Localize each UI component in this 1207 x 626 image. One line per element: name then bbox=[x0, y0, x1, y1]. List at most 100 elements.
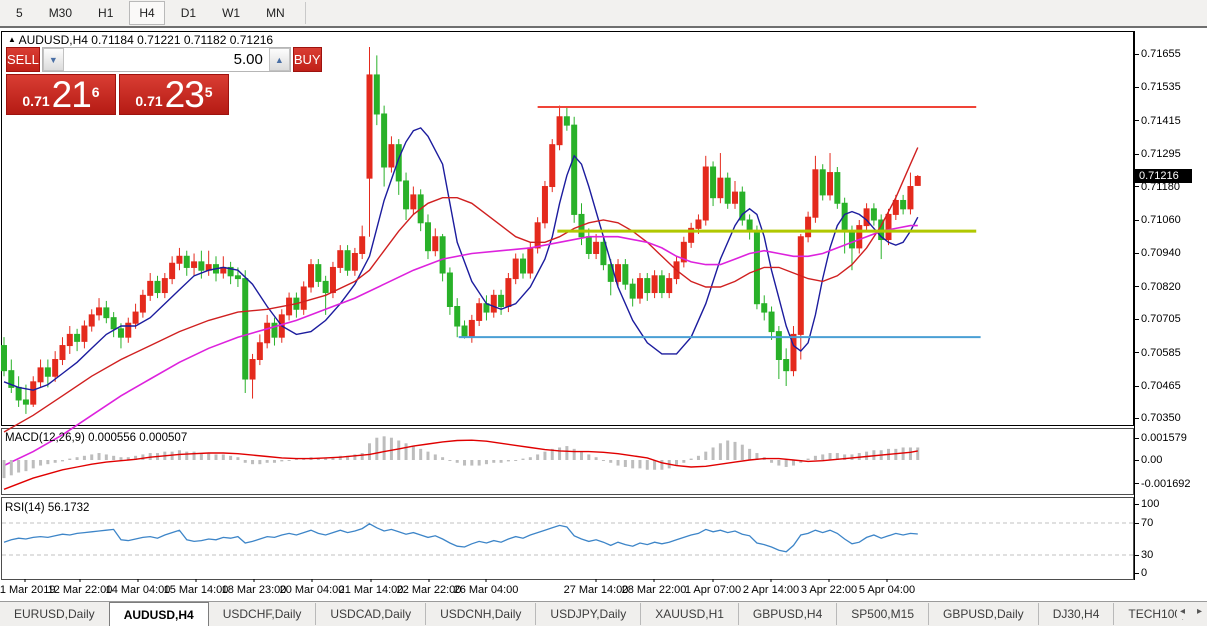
tab-scroll-right-icon[interactable]: ▸ bbox=[1194, 604, 1205, 619]
chart-tab-audusd-h4[interactable]: AUDUSD,H4 bbox=[108, 602, 209, 626]
macd-histogram-bar bbox=[536, 454, 540, 460]
candle-body bbox=[724, 177, 731, 204]
timeframe-button-MN[interactable]: MN bbox=[256, 1, 295, 25]
macd-histogram-bar bbox=[185, 451, 189, 460]
price-axis-label-tick bbox=[1134, 418, 1139, 419]
timeframe-button-D1[interactable]: D1 bbox=[171, 1, 206, 25]
candle-body bbox=[534, 222, 541, 249]
ohlc-close: 0.71216 bbox=[229, 33, 274, 47]
macd-histogram-bar bbox=[609, 460, 613, 463]
macd-histogram-bar bbox=[791, 460, 795, 466]
macd-histogram-bar bbox=[60, 460, 64, 462]
candle-body bbox=[870, 208, 877, 221]
buy-button[interactable]: BUY bbox=[292, 47, 322, 72]
candle-body bbox=[337, 250, 344, 268]
candle-body bbox=[198, 261, 205, 271]
candle-body bbox=[622, 264, 629, 285]
timeframe-button-H4[interactable]: H4 bbox=[129, 1, 165, 25]
rsi-pane-border bbox=[1, 497, 1134, 580]
macd-histogram-bar bbox=[192, 451, 196, 460]
chart-tab-gbpusd-daily[interactable]: GBPUSD,Daily bbox=[928, 603, 1038, 625]
candle-body bbox=[461, 325, 468, 338]
ohlc-low: 0.71182 bbox=[183, 33, 227, 47]
macd-histogram-bar bbox=[543, 451, 547, 460]
candle-body bbox=[446, 272, 453, 307]
candle-body bbox=[702, 166, 709, 221]
timeframe-button-5[interactable]: 5 bbox=[6, 1, 33, 25]
price-axis-label-tick bbox=[1134, 352, 1139, 353]
tab-scroll-left-icon[interactable]: ◂ bbox=[1177, 604, 1188, 619]
macd-histogram-bar bbox=[68, 458, 72, 460]
ohlc-open: 0.71184 bbox=[91, 33, 134, 47]
candle-body bbox=[856, 225, 863, 249]
macd-histogram-bar bbox=[623, 460, 627, 467]
macd-histogram-bar bbox=[916, 447, 920, 460]
chart-tab-usdcnh-daily[interactable]: USDCNH,Daily bbox=[425, 603, 535, 625]
sell-price-sup: 6 bbox=[91, 84, 100, 100]
candle-body bbox=[848, 230, 855, 249]
candle-body bbox=[900, 199, 907, 210]
macd-histogram-bar bbox=[806, 458, 810, 460]
candle-body bbox=[59, 345, 66, 361]
macd-axis-label-tick bbox=[1134, 438, 1139, 439]
volume-increase-icon[interactable]: ▲ bbox=[268, 48, 290, 71]
price-axis-label: 0.70465 bbox=[1141, 380, 1181, 392]
macd-histogram-bar bbox=[119, 457, 123, 460]
rsi-axis-label-tick bbox=[1134, 555, 1139, 556]
x-axis-label: 2 Apr 14:00 bbox=[742, 584, 800, 596]
macd-axis-label-tick bbox=[1134, 460, 1139, 461]
candle-body bbox=[753, 230, 760, 305]
timeframe-button-W1[interactable]: W1 bbox=[212, 1, 250, 25]
candle-body bbox=[863, 208, 870, 227]
macd-histogram-bar bbox=[660, 460, 664, 470]
chart-canvas[interactable] bbox=[0, 30, 1207, 600]
candle-body bbox=[30, 381, 37, 405]
candle-body bbox=[22, 399, 29, 405]
candle-body bbox=[344, 250, 351, 271]
candle-body bbox=[359, 236, 366, 254]
macd-histogram-bar bbox=[46, 460, 50, 465]
chart-tab-gbpusd-h4[interactable]: GBPUSD,H4 bbox=[737, 603, 836, 625]
candle-body bbox=[520, 258, 527, 274]
candle-body bbox=[52, 359, 59, 377]
chart-tab-eurusd-daily[interactable]: EURUSD,Daily bbox=[0, 603, 109, 625]
macd-histogram-bar bbox=[770, 460, 774, 463]
candle-body bbox=[388, 144, 395, 168]
chart-tab-sp500-m15[interactable]: SP500,M15 bbox=[836, 603, 928, 625]
candle-body bbox=[351, 252, 358, 271]
macd-histogram-bar bbox=[689, 458, 693, 460]
volume-input[interactable] bbox=[63, 48, 269, 71]
rsi-axis-label: 100 bbox=[1141, 498, 1160, 510]
candle-body bbox=[746, 219, 753, 232]
x-axis-label: 5 Apr 04:00 bbox=[858, 584, 916, 596]
candle-body bbox=[914, 175, 921, 186]
collapse-panel-icon[interactable]: ▲ bbox=[8, 35, 16, 44]
sell-price-button[interactable]: 0.71 21 6 bbox=[6, 74, 116, 115]
timeframe-button-H1[interactable]: H1 bbox=[88, 1, 123, 25]
sell-button[interactable]: SELL bbox=[6, 47, 40, 72]
macd-histogram-bar bbox=[579, 451, 583, 460]
candle-body bbox=[885, 213, 892, 241]
x-axis-label: 18 Mar 23:00 bbox=[221, 584, 287, 596]
tab-nav: ◂ ▸ bbox=[1176, 604, 1205, 619]
chart-window[interactable]: ▲ AUDUSD,H4 0.71184 0.71221 0.71182 0.71… bbox=[0, 30, 1207, 600]
volume-decrease-icon[interactable]: ▼ bbox=[42, 48, 64, 71]
chart-tab-dj30-h4[interactable]: DJ30,H4 bbox=[1037, 603, 1114, 625]
chart-tab-usdjpy-daily[interactable]: USDJPY,Daily bbox=[535, 603, 640, 625]
price-axis-label: 0.70705 bbox=[1141, 313, 1181, 326]
chart-tab-usdchf-daily[interactable]: USDCHF,Daily bbox=[209, 603, 316, 625]
macd-histogram-bar bbox=[784, 460, 788, 467]
chart-tab-xauusd-h1[interactable]: XAUUSD,H1 bbox=[640, 603, 738, 625]
candle-body bbox=[549, 144, 556, 188]
rsi-axis-label: 30 bbox=[1141, 549, 1154, 561]
candle-body bbox=[88, 314, 95, 327]
candle-body bbox=[271, 322, 278, 338]
chart-tab-usdcad-daily[interactable]: USDCAD,Daily bbox=[315, 603, 425, 625]
timeframe-button-M30[interactable]: M30 bbox=[39, 1, 82, 25]
candle-body bbox=[161, 278, 168, 294]
macd-histogram-bar bbox=[572, 448, 576, 460]
candle-body bbox=[600, 241, 607, 266]
candle-body bbox=[322, 280, 329, 294]
buy-price-button[interactable]: 0.71 23 5 bbox=[119, 74, 229, 115]
timeframe-buttons: 5 M30 H1 H4 D1 W1 MN bbox=[0, 1, 295, 25]
